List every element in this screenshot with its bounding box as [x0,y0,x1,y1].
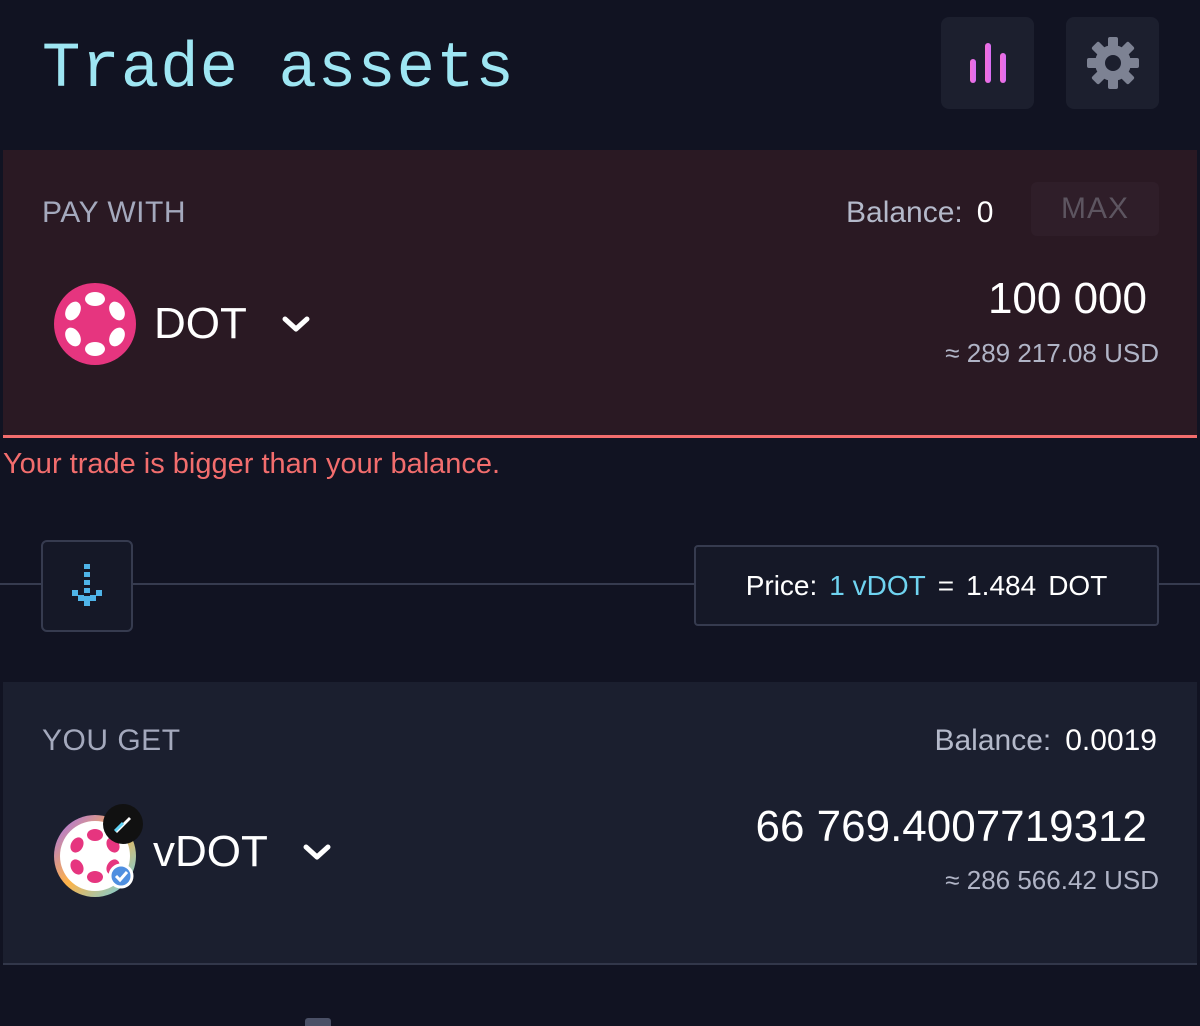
chart-button[interactable] [941,17,1034,109]
gear-icon [1086,37,1139,89]
price-quote: DOT [1048,569,1108,601]
dot-token-icon [54,283,136,365]
price-equals: = [937,569,955,601]
get-asset-name: vDOT [153,827,268,876]
get-balance-label: Balance: [934,724,1052,757]
pay-with-label: PAY WITH [42,196,187,229]
price-base: 1 vDOT [829,569,926,601]
pay-usd-value: ≈ 289 217.08 USD [945,338,1159,368]
arrow-down-icon [72,564,102,606]
pay-balance-label: Balance: [846,196,963,229]
partial-icon [305,1018,331,1026]
price-label: Price: [745,569,818,601]
chevron-down-icon [302,843,332,861]
settings-button[interactable] [1066,17,1159,109]
vdot-token-icon [54,804,143,897]
pay-asset-name: DOT [154,299,247,348]
bar-chart-icon [969,43,1006,83]
max-button[interactable]: MAX [1031,182,1159,236]
get-usd-value: ≈ 286 566.42 USD [945,865,1159,895]
pay-balance-value: 0 [976,196,994,229]
price-info: Price: 1 vDOT = 1.484 DOT [694,545,1159,626]
get-balance-value: 0.0019 [1065,724,1157,757]
balance-error-message: Your trade is bigger than your balance. [3,448,501,480]
get-amount-value: 66 769.4007719312 [755,802,1147,851]
pay-amount-input[interactable]: 100 000 [988,274,1147,324]
pay-with-panel: PAY WITH Balance: 0 MAX DOT 100 000 ≈ 289… [3,150,1197,438]
price-value: 1.484 [966,569,1037,601]
get-balance: Balance: 0.0019 [934,724,1157,758]
you-get-label: YOU GET [42,724,181,757]
get-asset-selector[interactable]: vDOT [53,804,332,900]
chevron-down-icon [281,315,311,333]
pay-asset-selector[interactable]: DOT [53,282,311,366]
page-title: Trade assets [42,34,515,106]
pay-balance: Balance: 0 [846,196,993,230]
swap-direction-button[interactable] [41,540,133,632]
you-get-panel: YOU GET Balance: 0.0019 vDOT 66 769.4007… [3,682,1197,965]
